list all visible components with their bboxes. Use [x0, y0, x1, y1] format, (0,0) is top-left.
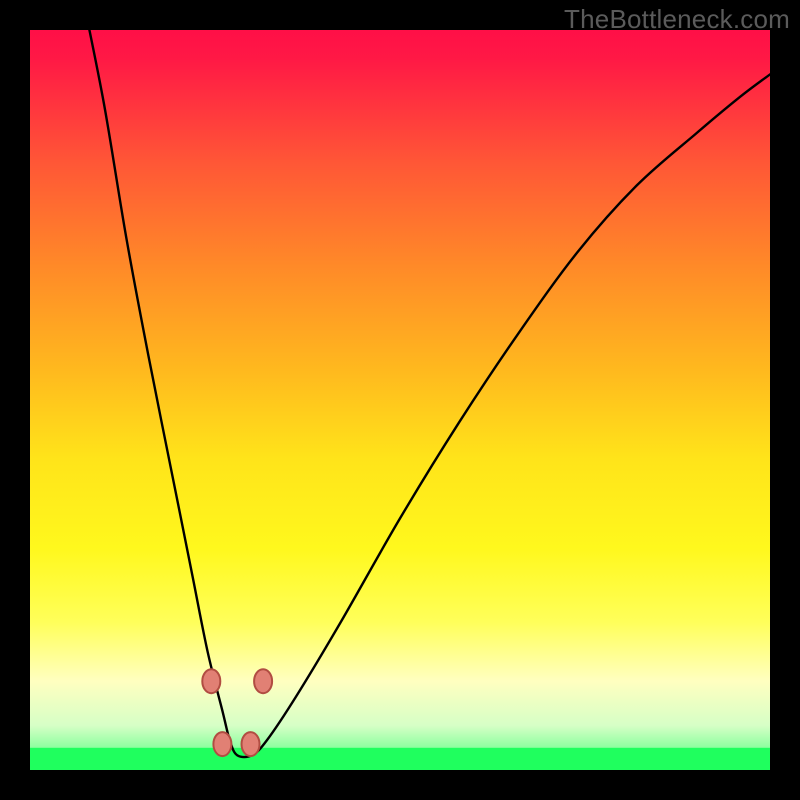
marker-dot	[213, 732, 231, 756]
marker-dot	[254, 669, 272, 693]
marker-dot	[242, 732, 260, 756]
marker-dot	[202, 669, 220, 693]
green-band	[30, 748, 770, 770]
plot-area	[30, 30, 770, 770]
chart-stage: TheBottleneck.com	[0, 0, 800, 800]
chart-svg	[30, 30, 770, 770]
gradient-rect	[30, 30, 770, 770]
